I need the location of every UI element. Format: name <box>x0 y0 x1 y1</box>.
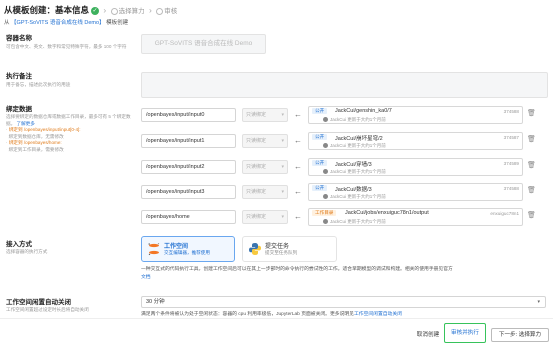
dataset-id: 374588 <box>503 109 519 114</box>
arrow-left-icon: ← <box>294 187 302 196</box>
dataset-select[interactable]: 工作目录 JackCui/jobs/enxuiguc78n1/output Ja… <box>308 208 523 226</box>
task-card-sub: 提交至任务队列 <box>265 250 298 255</box>
avatar <box>323 142 328 148</box>
jupyter-icon <box>148 243 160 256</box>
bind-path-select[interactable]: /openbayes/input/input1 <box>141 134 236 148</box>
dataset-name: JackCui/崩坏星穹/2 <box>335 136 383 142</box>
avatar <box>323 193 328 199</box>
check-icon: ✓ <box>91 6 100 15</box>
template-link[interactable]: 【GPT-SoVITS 语音合成在线 Demo】 <box>11 20 105 26</box>
chevron-right-icon: › <box>148 5 152 15</box>
public-badge: 公开 <box>312 160 328 166</box>
public-badge: 公开 <box>312 134 328 140</box>
task-card[interactable]: 提交任务 提交至任务队列 <box>242 236 337 262</box>
avatar <box>323 168 328 174</box>
bind-data-hint: 选择要绑定的数据仓库或数据工作目录，最多可有 5 个绑定数据。 了解更多 · 绑… <box>6 114 131 152</box>
review-execute-button[interactable]: 审核并执行 <box>444 323 486 343</box>
readonly-select[interactable]: 只读绑定 ▾ <box>242 185 288 199</box>
dataset-select[interactable]: 公开 JackCui/genshin_ka0/7 JackCui 更新于大约1个… <box>308 106 523 124</box>
workdir-badge: 工作目录 <box>312 210 337 216</box>
dataset-id: enxuiguc78n1 <box>490 211 519 216</box>
template-source: 从 【GPT-SoVITS 语音合成在线 Demo】 模板创建 <box>4 20 129 26</box>
trash-icon[interactable]: 🗑 <box>527 135 536 143</box>
remark-hint: 用于备忘，描述此次执行的用途 <box>6 82 71 87</box>
step-select-compute[interactable]: 选择算力 <box>110 7 145 15</box>
access-description: 一种交互式的代码执行工具，创建工作空间后可以在其上一步部时的命令执行的尝试性的工… <box>141 267 453 280</box>
bind-data-label: 绑定数据 <box>6 106 32 113</box>
dataset-updated: JackCui 更新于大约1个月前 <box>323 169 386 175</box>
public-badge: 公开 <box>312 185 328 191</box>
bind-path-select[interactable]: /openbayes/input/input2 <box>141 160 236 174</box>
dataset-id: 374587 <box>503 135 519 140</box>
auto-close-label: 工作空间闲置自动关闭 <box>6 299 71 306</box>
public-badge: 公开 <box>312 108 328 114</box>
chevron-down-icon: ▾ <box>281 189 284 195</box>
step-circle-icon <box>156 7 164 15</box>
workspace-card-title: 工作空间 <box>164 244 189 250</box>
dataset-select[interactable]: 公开 JackCui/数据/3 JackCui 更新于大约1个月前 374588 <box>308 183 523 201</box>
readonly-select[interactable]: 只读绑定 ▾ <box>242 210 288 224</box>
learn-more-link[interactable]: 了解更多 <box>16 121 34 126</box>
bind-path-select[interactable]: /openbayes/input/input0 <box>141 108 236 122</box>
name-hint: 可包含中文、英文、数字和常见特殊字符，最多 100 个字符 <box>6 44 127 49</box>
remark-textarea[interactable] <box>141 72 548 98</box>
container-name-input[interactable]: GPT-SoVITS 语音合成在线 Demo <box>141 34 266 54</box>
auto-close-note: 满足两个条件将被认为处于空闲状态：容器的 cpu 利用率极低，JupyterLa… <box>141 312 402 317</box>
dataset-name: JackCui/数据/3 <box>335 187 372 193</box>
docs-link[interactable]: 文档 <box>141 275 151 280</box>
step-review[interactable]: 审核 <box>156 7 177 15</box>
dataset-select[interactable]: 公开 JackCui/穿墙/3 JackCui 更新于大约1个月前 374589 <box>308 158 523 176</box>
dataset-name: JackCui/穿墙/3 <box>335 162 372 168</box>
bind-path-select[interactable]: /openbayes/home <box>141 210 236 224</box>
workspace-card[interactable]: 工作空间 交互编辑器，推荐使用 <box>141 236 235 262</box>
dataset-id: 374589 <box>503 161 519 166</box>
dataset-id: 374588 <box>503 186 519 191</box>
arrow-left-icon: ← <box>294 110 302 119</box>
readonly-select[interactable]: 只读绑定 ▾ <box>242 108 288 122</box>
arrow-left-icon: ← <box>294 136 302 145</box>
python-icon <box>249 243 261 255</box>
bind-path-select[interactable]: /openbayes/input/input3 <box>141 185 236 199</box>
dataset-name: JackCui/jobs/enxuiguc78n1/output <box>345 210 429 216</box>
idle-timeout-select[interactable]: 30 分钟 ▾ <box>141 296 546 308</box>
access-hint: 选择容器的执行方式 <box>6 249 48 254</box>
dataset-updated: JackCui 更新于大约1个月前 <box>323 117 386 123</box>
remark-label: 执行备注 <box>6 73 32 80</box>
avatar <box>323 218 328 224</box>
dataset-name: JackCui/genshin_ka0/7 <box>335 108 392 114</box>
trash-icon[interactable]: 🗑 <box>527 186 536 194</box>
chevron-down-icon: ▾ <box>281 164 284 170</box>
name-label: 容器名称 <box>6 35 32 42</box>
dataset-updated: JackCui 更新于大约1个月前 <box>323 194 386 200</box>
chevron-down-icon: ▾ <box>281 214 284 220</box>
auto-close-hint: 工作空间闲置超过设定时长后将自动关闭 <box>6 307 89 312</box>
chevron-right-icon: › <box>103 5 107 15</box>
chevron-down-icon: ▾ <box>281 112 284 118</box>
step-circle-icon <box>110 7 118 15</box>
chevron-down-icon: ▾ <box>281 138 284 144</box>
dataset-select[interactable]: 公开 JackCui/崩坏星穹/2 JackCui 更新于大约1个月前 3745… <box>308 132 523 150</box>
trash-icon[interactable]: 🗑 <box>527 161 536 169</box>
workspace-card-sub: 交互编辑器，推荐使用 <box>164 250 210 255</box>
arrow-left-icon: ← <box>294 162 302 171</box>
cancel-button[interactable]: 取消创建 <box>413 328 443 342</box>
next-step-button[interactable]: 下一步: 选择算力 <box>491 328 549 342</box>
access-label: 接入方式 <box>6 241 32 248</box>
auto-close-link[interactable]: 工作空间闲置自动关闭 <box>354 312 402 317</box>
avatar <box>323 116 328 122</box>
arrow-left-icon: ← <box>294 212 302 221</box>
dataset-updated: JackCui 更新于大约1个月前 <box>323 143 386 149</box>
trash-icon[interactable]: 🗑 <box>527 211 536 219</box>
dataset-updated: JackCui 更新于大约1个月前 <box>323 219 386 225</box>
chevron-down-icon: ▾ <box>537 299 540 305</box>
page-title: 从模板创建：基本信息 ✓ › 选择算力 › 审核 <box>4 5 178 15</box>
readonly-select[interactable]: 只读绑定 ▾ <box>242 134 288 148</box>
task-card-title: 提交任务 <box>265 244 290 250</box>
readonly-select[interactable]: 只读绑定 ▾ <box>242 160 288 174</box>
trash-icon[interactable]: 🗑 <box>527 109 536 117</box>
